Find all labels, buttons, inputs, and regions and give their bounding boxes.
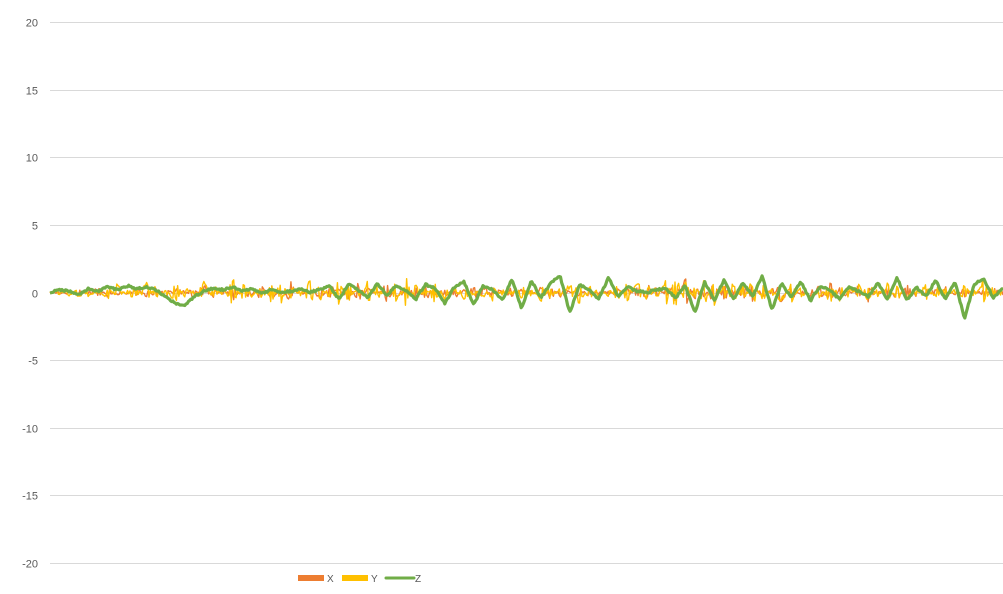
legend-swatch-x (298, 575, 324, 581)
series-line-z (49, 274, 1003, 320)
y-tick-label: 0 (32, 289, 38, 301)
legend: X Y Z (298, 574, 421, 585)
y-tick-label: -5 (28, 356, 38, 368)
y-tick-label: -10 (22, 424, 38, 436)
y-tick-label: 15 (26, 86, 38, 98)
y-axis-tick-labels: 20 15 10 5 0 -5 -10 -15 -20 (22, 18, 38, 571)
y-tick-label: 10 (26, 153, 38, 165)
y-tick-label: -15 (22, 491, 38, 503)
y-tick-label: 20 (26, 18, 38, 30)
legend-label-z: Z (415, 574, 421, 585)
y-tick-label: -20 (22, 559, 38, 571)
legend-label-x: X (327, 574, 334, 585)
series-lines (49, 274, 1003, 320)
legend-swatch-y (342, 575, 368, 581)
legend-label-y: Y (371, 574, 378, 585)
y-tick-label: 5 (32, 221, 38, 233)
line-chart: 20 15 10 5 0 -5 -10 -15 -20 X Y Z (22, 18, 1003, 585)
